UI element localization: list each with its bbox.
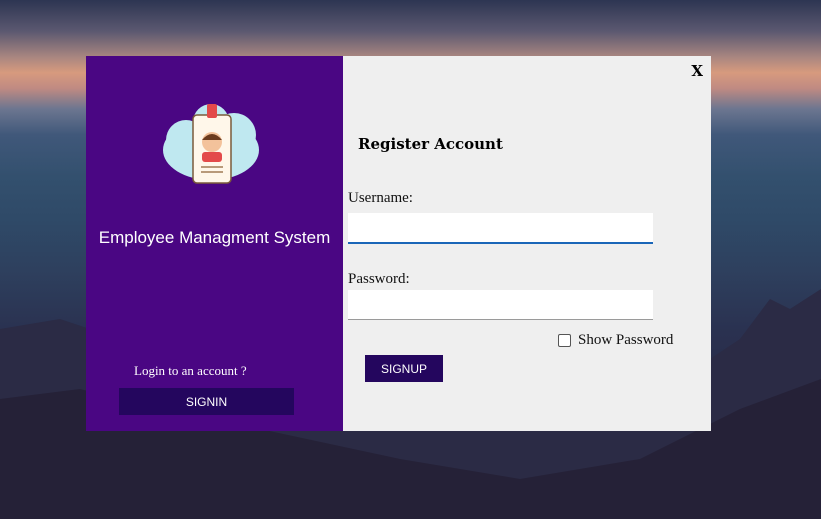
show-password-label: Show Password bbox=[578, 332, 674, 348]
password-field[interactable] bbox=[348, 290, 653, 320]
show-password-toggle[interactable]: Show Password bbox=[558, 332, 673, 349]
password-label: Password: bbox=[348, 271, 410, 287]
signin-button[interactable]: SIGNIN bbox=[119, 388, 294, 415]
employee-id-card-icon bbox=[163, 104, 259, 184]
close-icon[interactable]: X bbox=[691, 62, 703, 80]
login-prompt: Login to an account ? bbox=[134, 363, 247, 378]
branding-panel: Employee Managment System Login to an ac… bbox=[86, 56, 343, 431]
form-heading: Register Account bbox=[358, 135, 503, 153]
show-password-checkbox[interactable] bbox=[558, 334, 571, 347]
app-title: Employee Managment System bbox=[98, 228, 331, 247]
username-field[interactable] bbox=[348, 213, 653, 244]
username-label: Username: bbox=[348, 190, 413, 206]
signup-button[interactable]: SIGNUP bbox=[365, 355, 443, 382]
register-form-panel: X Register Account Username: Password: S… bbox=[343, 56, 711, 431]
register-dialog: Employee Managment System Login to an ac… bbox=[86, 56, 711, 431]
